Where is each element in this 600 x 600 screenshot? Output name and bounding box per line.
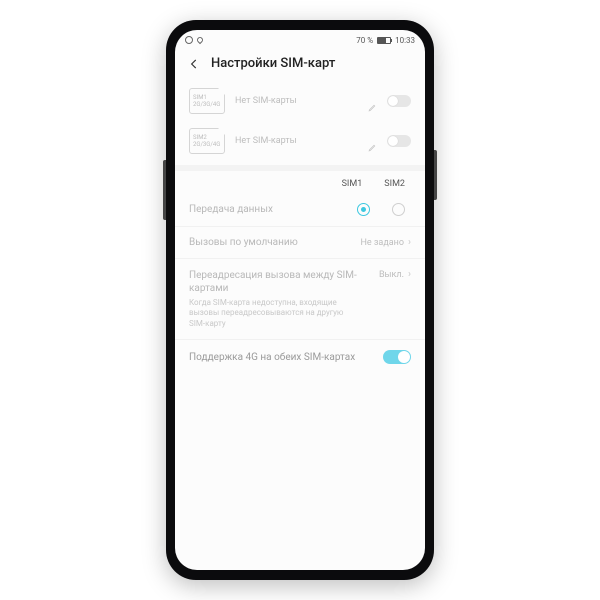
radio-sim2[interactable] — [392, 203, 405, 216]
page-title: Настройки SIM-карт — [211, 56, 335, 71]
sim-status: Нет SIM-карты — [235, 136, 358, 146]
location-icon — [196, 36, 204, 44]
row-value: Выкл. › — [379, 269, 411, 280]
title-bar: Настройки SIM-карт — [175, 50, 425, 81]
sim-column-headers: SIM1 SIM2 — [175, 171, 425, 193]
row-data-transfer[interactable]: Передача данных — [175, 193, 425, 227]
sim-name: SIM2 — [193, 134, 221, 141]
radio-group — [357, 203, 411, 216]
value-text: Выкл. — [379, 270, 404, 280]
sim-card-icon: SIM2 2G/3G/4G — [189, 128, 225, 154]
back-icon[interactable] — [187, 57, 201, 71]
toggle-on[interactable] — [383, 350, 411, 364]
clock: 10:33 — [395, 36, 415, 45]
sim-name: SIM1 — [193, 94, 221, 101]
sim-card-icon: SIM1 2G/3G/4G — [189, 88, 225, 114]
sim-net: 2G/3G/4G — [193, 101, 221, 108]
battery-percent: 70 % — [356, 36, 373, 45]
col-sim2: SIM2 — [384, 179, 405, 189]
row-default-calls[interactable]: Вызовы по умолчанию Не задано › — [175, 227, 425, 259]
sim-status: Нет SIM-карты — [235, 96, 358, 106]
sim-toggle[interactable] — [387, 95, 411, 107]
screen: 70 % 10:33 Настройки SIM-карт SIM1 2G/3G… — [175, 30, 425, 570]
col-sim1: SIM1 — [342, 179, 363, 189]
content: SIM1 2G/3G/4G Нет SIM-карты SIM2 2G/3G/4… — [175, 81, 425, 570]
radio-sim1[interactable] — [357, 203, 370, 216]
alarm-icon — [185, 36, 193, 44]
edit-icon[interactable] — [368, 137, 377, 146]
chevron-right-icon: › — [408, 237, 411, 248]
row-label: Переадресация вызова между SIM-картами — [189, 269, 379, 295]
row-call-forward[interactable]: Переадресация вызова между SIM-картами В… — [175, 259, 425, 340]
sim-toggle[interactable] — [387, 135, 411, 147]
row-label: Поддержка 4G на обеих SIM-картах — [189, 352, 383, 363]
value-text: Не задано — [360, 238, 404, 248]
sim-slot-2[interactable]: SIM2 2G/3G/4G Нет SIM-карты — [175, 121, 425, 161]
chevron-right-icon: › — [408, 269, 411, 280]
phone-frame: 70 % 10:33 Настройки SIM-карт SIM1 2G/3G… — [166, 20, 434, 580]
status-bar: 70 % 10:33 — [175, 30, 425, 50]
row-value: Не задано › — [360, 237, 411, 248]
battery-icon — [377, 37, 391, 44]
sim-net: 2G/3G/4G — [193, 141, 221, 148]
edit-icon[interactable] — [368, 97, 377, 106]
sim-slot-1[interactable]: SIM1 2G/3G/4G Нет SIM-карты — [175, 81, 425, 121]
row-label: Передача данных — [189, 204, 357, 215]
row-label: Вызовы по умолчанию — [189, 237, 360, 248]
row-description: Когда SIM-карта недоступна, входящие выз… — [189, 298, 349, 329]
row-dual-4g[interactable]: Поддержка 4G на обеих SIM-картах — [175, 340, 425, 374]
